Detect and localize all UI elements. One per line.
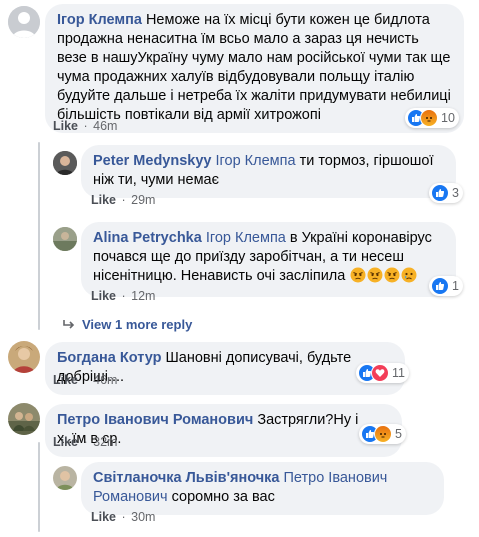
comment-author[interactable]: Ігор Клемпа bbox=[57, 12, 142, 28]
comment-text: соромно за вас bbox=[171, 489, 275, 505]
comment-bubble: Ігор Клемпа Неможе на їх місці бути коже… bbox=[45, 4, 464, 133]
avatar[interactable] bbox=[53, 227, 77, 251]
comment-bubble: Богдана Котур Шановні дописувачі, будьте… bbox=[45, 342, 405, 395]
reaction-summary[interactable]: 1 bbox=[429, 276, 463, 296]
reaction-summary[interactable]: 10 bbox=[405, 108, 459, 128]
avatar[interactable] bbox=[8, 6, 40, 38]
reaction-summary[interactable]: 3 bbox=[429, 183, 463, 203]
reaction-count: 1 bbox=[452, 279, 459, 293]
like-button[interactable]: Like bbox=[53, 373, 78, 387]
angry-face-emoji bbox=[350, 267, 366, 289]
avatar[interactable] bbox=[53, 466, 77, 490]
sad-face-emoji bbox=[401, 267, 417, 289]
comment-actions: Like · 32m bbox=[53, 435, 118, 449]
love-reaction-icon bbox=[371, 364, 389, 382]
comment-text: Неможе на їх місці бути кожен це бидлота… bbox=[57, 12, 451, 123]
comment-author[interactable]: Світланочка Львів'яночка bbox=[93, 470, 279, 486]
avatar[interactable] bbox=[8, 403, 40, 435]
comment-timestamp[interactable]: 30m bbox=[131, 510, 155, 524]
comment-bubble: Світланочка Львів'яночка Петро Іванович … bbox=[81, 462, 444, 515]
comment-author[interactable]: Петро Іванович Романович bbox=[57, 412, 253, 428]
comment-author[interactable]: Alina Petrychka bbox=[93, 230, 202, 246]
reaction-summary[interactable]: 11 bbox=[356, 363, 409, 383]
angry-reaction-icon bbox=[374, 425, 392, 443]
reply-arrow-icon bbox=[62, 319, 76, 331]
comment-timestamp[interactable]: 32m bbox=[93, 435, 117, 449]
comment-bubble: Alina Petrychka Ігор Клемпа в Україні ко… bbox=[81, 222, 456, 297]
comment-actions: Like · 29m bbox=[91, 193, 156, 207]
like-button[interactable]: Like bbox=[91, 289, 116, 303]
like-button[interactable]: Like bbox=[53, 435, 78, 449]
thread-line bbox=[38, 142, 40, 330]
comment-timestamp[interactable]: 46m bbox=[93, 373, 117, 387]
avatar[interactable] bbox=[8, 341, 40, 373]
like-reaction-icon bbox=[431, 184, 449, 202]
reaction-count: 11 bbox=[392, 366, 405, 380]
comment-timestamp[interactable]: 12m bbox=[131, 289, 155, 303]
mention-link[interactable]: Ігор Клемпа bbox=[216, 153, 296, 169]
like-button[interactable]: Like bbox=[53, 119, 78, 133]
comment-timestamp[interactable]: 29m bbox=[131, 193, 155, 207]
comment-bubble: Peter Medynskyy Ігор Клемпа ти тормоз, г… bbox=[81, 145, 456, 198]
avatar[interactable] bbox=[53, 151, 77, 175]
comment-author[interactable]: Богдана Котур bbox=[57, 350, 161, 366]
thread-line bbox=[38, 442, 40, 532]
reaction-count: 5 bbox=[395, 427, 402, 441]
view-more-label: View 1 more reply bbox=[82, 317, 193, 332]
comment-timestamp[interactable]: 46m bbox=[93, 119, 117, 133]
view-more-replies-button[interactable]: View 1 more reply bbox=[62, 317, 192, 332]
comment-actions: Like · 46m bbox=[53, 373, 118, 387]
like-button[interactable]: Like bbox=[91, 193, 116, 207]
comment-actions: Like · 30m bbox=[91, 510, 156, 524]
comment-actions: Like · 46m bbox=[53, 119, 118, 133]
reaction-count: 3 bbox=[452, 186, 459, 200]
comment-actions: Like · 12m bbox=[91, 289, 156, 303]
reaction-count: 10 bbox=[441, 111, 455, 125]
angry-face-emoji bbox=[384, 267, 400, 289]
angry-face-emoji bbox=[367, 267, 383, 289]
reaction-summary[interactable]: 5 bbox=[359, 424, 406, 444]
like-reaction-icon bbox=[431, 277, 449, 295]
like-button[interactable]: Like bbox=[91, 510, 116, 524]
mention-link[interactable]: Ігор Клемпа bbox=[206, 230, 286, 246]
comment-bubble: Петро Іванович Романович Застрягли?Ну і … bbox=[45, 404, 402, 457]
comment-author[interactable]: Peter Medynskyy bbox=[93, 153, 211, 169]
angry-reaction-icon bbox=[420, 109, 438, 127]
